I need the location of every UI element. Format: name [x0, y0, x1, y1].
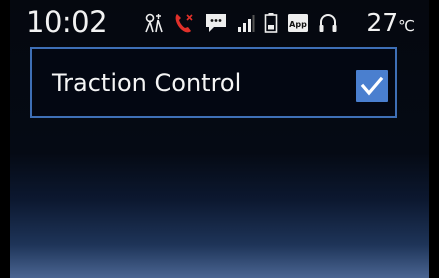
missed-call-icon [173, 12, 195, 34]
status-icons: App [144, 10, 338, 36]
setting-label: Traction Control [52, 69, 242, 97]
screen: 10:02 App 27℃ Traction Control [10, 0, 429, 278]
battery-icon [264, 12, 278, 34]
temperature: 27℃ [366, 6, 415, 43]
app-icon-label: App [289, 20, 307, 29]
headphones-icon [318, 12, 338, 34]
checkmark-icon [360, 76, 384, 96]
clock: 10:02 [26, 5, 108, 39]
temperature-unit: ℃ [398, 17, 415, 35]
signal-icon [237, 13, 255, 33]
temperature-value: 27 [366, 8, 399, 37]
app-icon: App [287, 12, 309, 34]
traffic-info-icon [144, 12, 164, 34]
status-bar: 10:02 App 27℃ [10, 0, 429, 44]
traction-control-setting[interactable]: Traction Control [30, 47, 397, 118]
message-icon [204, 12, 228, 34]
traction-control-checkbox[interactable] [356, 70, 388, 102]
